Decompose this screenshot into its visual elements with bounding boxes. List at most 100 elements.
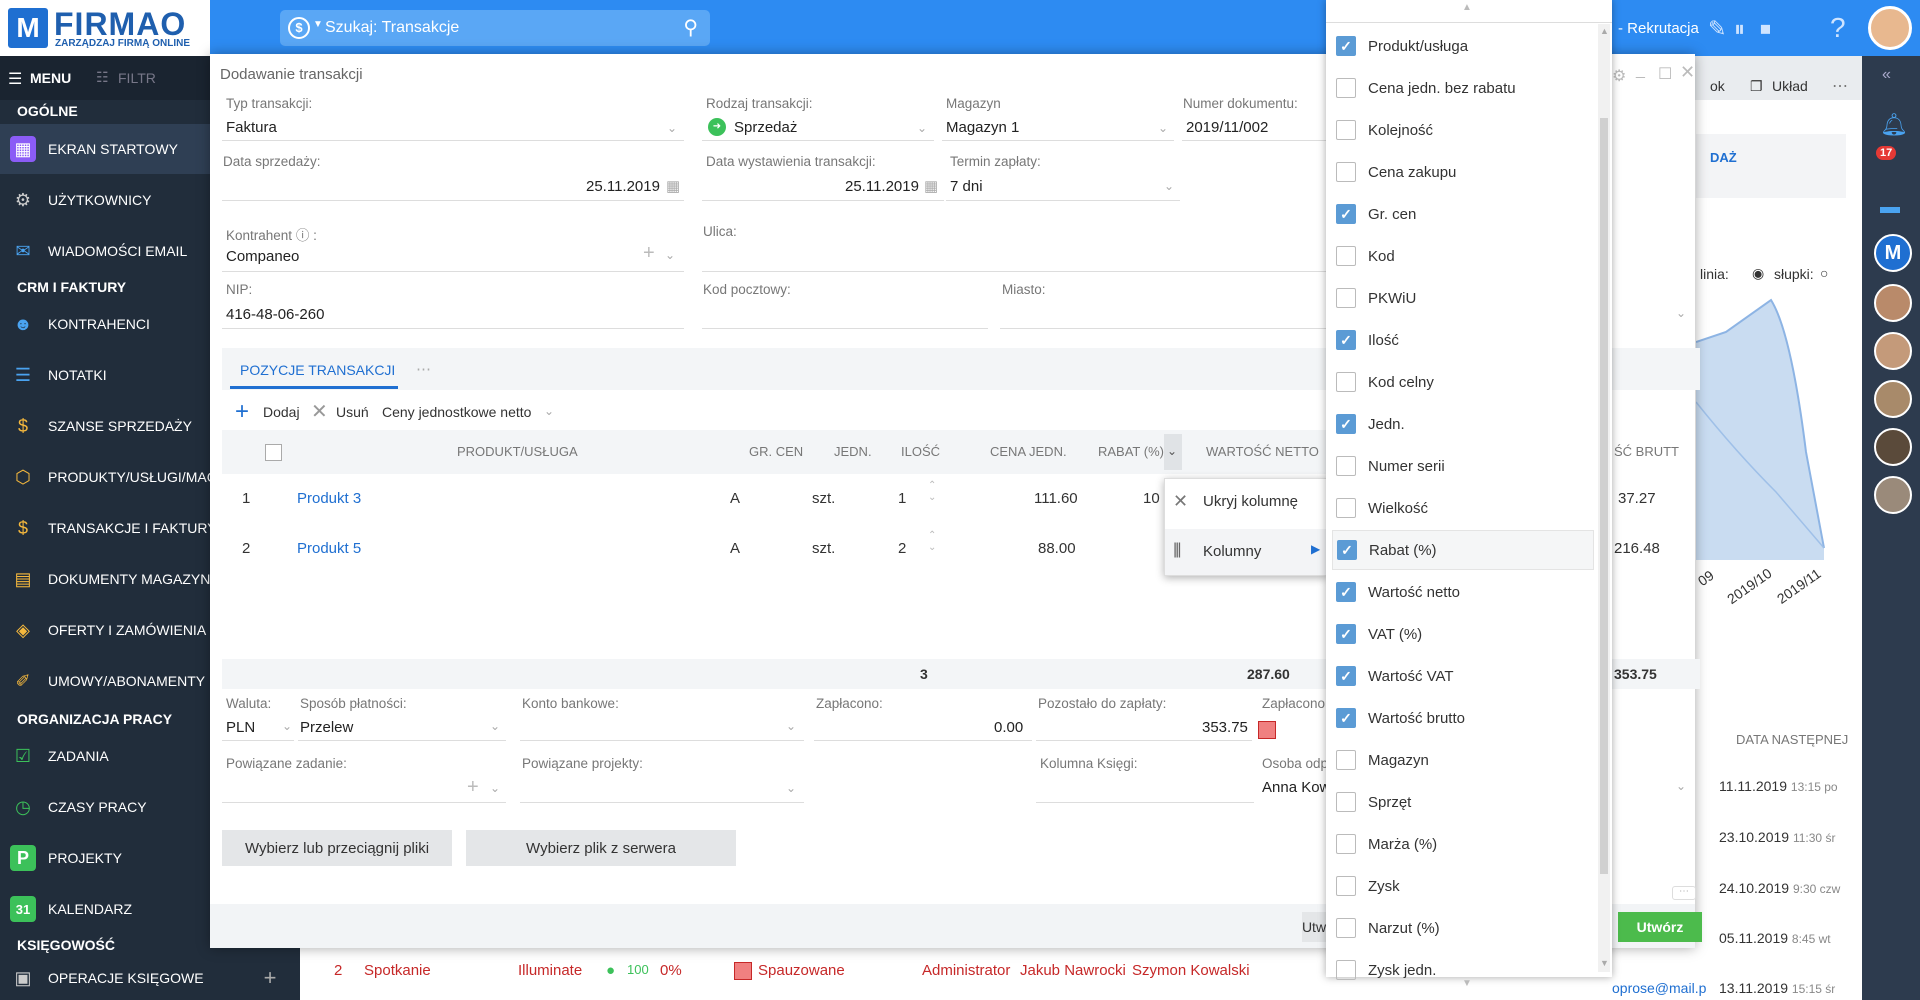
column-checkbox[interactable] [1336,456,1356,476]
row-person[interactable]: Administrator [922,962,1010,979]
column-option[interactable]: ✓ Ilość [1332,320,1594,360]
search-input[interactable]: Szukaj: Transakcje [325,19,459,37]
layout-dropdown[interactable]: Układ [1772,78,1808,94]
issue-date-input[interactable]: 25.11.2019 [845,178,919,195]
column-option[interactable]: Zysk jedn. [1332,950,1594,990]
column-option[interactable]: ✓ Jedn. [1332,404,1594,444]
column-checkbox[interactable] [1336,750,1356,770]
column-checkbox[interactable] [1336,960,1356,980]
product-link[interactable]: Produkt 5 [297,540,361,557]
column-checkbox[interactable]: ✓ [1336,204,1356,224]
column-option[interactable]: Cena zakupu [1332,152,1594,192]
chat-icon[interactable]: ▬ [1880,196,1900,219]
warehouse-select[interactable]: Magazyn 1 [946,119,1019,136]
user-avatar[interactable] [1868,6,1912,50]
responsible-select[interactable]: Anna Kow [1262,779,1330,796]
paid-checkbox[interactable] [1258,721,1276,739]
column-checkbox[interactable] [1336,834,1356,854]
plus-icon[interactable]: + [235,398,249,426]
quantity-cell[interactable]: 2 [898,540,906,557]
column-checkbox[interactable] [1336,288,1356,308]
plus-icon[interactable]: + [643,242,655,265]
column-header-unit[interactable]: JEDN. [834,444,872,459]
calendar-icon[interactable]: ▦ [924,177,938,195]
column-menu-button[interactable]: ⌄ [1164,434,1182,470]
column-header-gross-value[interactable]: ŚĆ BRUTT [1614,444,1679,459]
chevron-down-icon[interactable]: ⌄ [1164,179,1174,193]
radio-bars-icon[interactable]: ○ [1820,265,1828,281]
column-option[interactable]: Kod [1332,236,1594,276]
close-icon[interactable]: ✕ [311,399,328,424]
hide-column-item[interactable]: ✕ Ukryj kolumnę [1165,479,1327,527]
nip-input[interactable]: 416-48-06-260 [226,306,324,323]
row-person[interactable]: Jakub Nawrocki [1020,962,1126,979]
contact-avatar[interactable] [1874,332,1912,370]
column-checkbox[interactable]: ✓ [1336,36,1356,56]
minimize-icon[interactable]: _ [1636,62,1645,80]
upload-files-button[interactable]: Wybierz lub przeciągnij pliki [222,830,452,866]
column-header-quantity[interactable]: ILOŚĆ [901,444,940,459]
prices-select[interactable]: Ceny jednostkowe netto [382,404,531,420]
brand-logo[interactable]: M FIRMAO ZARZĄDZAJ FIRMĄ ONLINE [0,0,210,56]
contact-avatar[interactable] [1874,476,1912,514]
sidebar-item-ledger[interactable]: ▣ OPERACJE KSIĘGOWE + [0,957,300,999]
chevron-down-icon[interactable]: ⌄ [490,781,500,795]
product-link[interactable]: Produkt 3 [297,490,361,507]
ok-dropdown[interactable]: ok [1710,78,1725,94]
column-option[interactable]: ✓ Wartość VAT [1332,656,1594,696]
column-option[interactable]: Narzut (%) [1332,908,1594,948]
column-checkbox[interactable]: ✓ [1336,582,1356,602]
contractor-input[interactable]: Companeo [226,248,299,265]
quantity-cell[interactable]: 1 [898,490,906,507]
column-header-unit-price[interactable]: CENA JEDN. [990,444,1067,459]
chevron-down-icon[interactable]: ⌄ [1158,121,1168,135]
quantity-stepper[interactable]: ⌃ ⌄ [928,530,936,554]
tab-positions[interactable]: POZYCJE TRANSAKCJI [240,362,395,378]
column-checkbox[interactable]: ✓ [1336,708,1356,728]
chevron-down-icon[interactable]: ⌄ [665,248,675,262]
chevron-down-icon[interactable]: ⌄ [786,719,796,733]
column-header-price-group[interactable]: GR. CEN [749,444,803,459]
column-checkbox[interactable]: ✓ [1336,624,1356,644]
hamburger-icon[interactable]: ☰ [8,69,22,89]
column-option[interactable]: Zysk [1332,866,1594,906]
close-icon[interactable]: ✕ [1680,62,1695,83]
column-checkbox[interactable]: ✓ [1337,540,1357,560]
column-option[interactable]: ✓ Wartość brutto [1332,698,1594,738]
scrollbar-thumb[interactable] [1600,118,1608,874]
columns-submenu-item[interactable]: ||| Kolumny ▶ [1165,529,1327,575]
more-icon[interactable]: ⋯ [416,360,431,378]
column-option[interactable]: ✓ Wartość netto [1332,572,1594,612]
column-option[interactable]: ✓ Rabat (%) [1332,530,1594,570]
column-checkbox[interactable] [1336,78,1356,98]
column-option[interactable]: Kod celny [1332,362,1594,402]
maximize-icon[interactable]: ☐ [1658,64,1672,84]
kind-select[interactable]: Sprzedaż [734,119,797,136]
column-checkbox[interactable] [1336,246,1356,266]
column-option[interactable]: Sprzęt [1332,782,1594,822]
column-option[interactable]: ✓ Produkt/usługa [1332,26,1594,66]
column-checkbox[interactable]: ✓ [1336,666,1356,686]
create-button[interactable]: Utwórz [1618,912,1702,942]
layout-icon[interactable]: ❐ [1750,78,1763,95]
row-person[interactable]: Szymon Kowalski [1132,962,1250,979]
table-row[interactable]: 2 Produkt 5 A szt. 2 ⌃ ⌄ 88.00 [222,524,1326,574]
collapse-icon[interactable]: « [1882,66,1891,84]
table-row[interactable]: 2 Spotkanie Illuminate ● 100 0% Spauzowa… [300,948,1326,1000]
menu-button[interactable]: MENU [30,70,71,86]
chevron-down-icon[interactable]: ⌄ [544,404,554,418]
column-checkbox[interactable] [1336,162,1356,182]
chevron-down-icon[interactable]: ▼ [313,19,323,30]
column-option[interactable]: ✓ Gr. cen [1332,194,1594,234]
scroll-down-icon[interactable]: ▼ [1600,958,1609,968]
column-checkbox[interactable] [1336,372,1356,392]
currency-select[interactable]: PLN [226,719,255,736]
paid-input[interactable]: 0.00 [994,719,1023,736]
column-option[interactable]: PKWiU [1332,278,1594,318]
stop-icon[interactable]: ⏹ [1760,16,1771,42]
filter-icon[interactable]: ☷ [96,69,109,86]
chevron-down-icon[interactable]: ⌄ [667,121,677,135]
column-option[interactable]: Numer serii [1332,446,1594,486]
scroll-up-icon[interactable]: ▲ [1462,2,1472,13]
column-option[interactable]: Marża (%) [1332,824,1594,864]
